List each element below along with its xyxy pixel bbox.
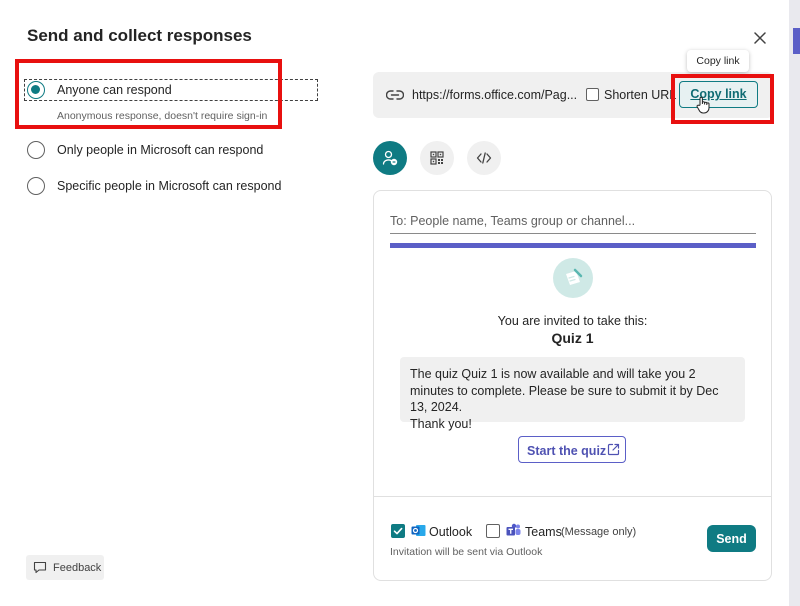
radio-indicator xyxy=(27,141,45,159)
start-quiz-label: Start the quiz xyxy=(527,444,607,458)
recipient-input[interactable] xyxy=(390,208,756,234)
highlight-box-anyone xyxy=(15,59,282,129)
feedback-label: Feedback xyxy=(53,562,102,574)
preview-accent-bar xyxy=(390,243,756,248)
background-accent-stripe xyxy=(793,28,800,54)
outlook-icon xyxy=(411,525,426,536)
feedback-icon xyxy=(33,561,47,574)
checkmark-icon xyxy=(393,527,403,535)
radio-only-people-in-org[interactable]: Only people in Microsoft can respond xyxy=(27,140,327,162)
embed-code-icon xyxy=(476,152,492,164)
highlight-box-copy-link xyxy=(671,74,774,124)
qr-code-icon xyxy=(430,151,444,165)
radio-specific-people[interactable]: Specific people in Microsoft can respond xyxy=(27,176,327,198)
feedback-button[interactable]: Feedback xyxy=(26,555,104,580)
shorten-url-label: Shorten URL xyxy=(604,88,677,102)
radio-label: Only people in Microsoft can respond xyxy=(57,143,264,157)
invite-people-icon xyxy=(382,150,398,166)
radio-label: Specific people in Microsoft can respond xyxy=(57,179,282,193)
shorten-url-checkbox[interactable] xyxy=(586,88,599,101)
quiz-note-icon xyxy=(566,268,583,285)
quiz-icon xyxy=(553,258,593,298)
radio-indicator xyxy=(27,177,45,195)
form-url[interactable]: https://forms.office.com/Pag... xyxy=(412,88,577,102)
invite-message-signoff: Thank you! xyxy=(410,416,472,431)
open-external-icon xyxy=(607,443,620,456)
outlook-label: Outlook xyxy=(429,525,473,539)
invitation-note: Invitation will be sent via Outlook xyxy=(390,546,543,558)
copy-link-tooltip: Copy link xyxy=(687,50,749,72)
send-button[interactable]: Send xyxy=(707,525,756,552)
panel-divider xyxy=(374,496,771,497)
share-invite-button[interactable] xyxy=(373,141,407,175)
teams-icon xyxy=(506,523,521,536)
invite-message: The quiz Quiz 1 is now available and wil… xyxy=(400,357,745,431)
close-icon xyxy=(754,32,766,44)
teams-label: Teams xyxy=(525,525,562,539)
start-quiz-button[interactable]: Start the quiz xyxy=(518,436,626,463)
share-embed-button[interactable] xyxy=(467,141,501,175)
background-edge xyxy=(789,0,800,606)
quiz-title: Quiz 1 xyxy=(551,330,594,346)
link-icon xyxy=(386,90,404,100)
teams-checkbox[interactable] xyxy=(486,524,500,538)
outlook-checkbox[interactable] xyxy=(391,524,405,538)
share-qr-button[interactable] xyxy=(420,141,454,175)
invite-heading: You are invited to take this: xyxy=(497,314,648,328)
dialog-title: Send and collect responses xyxy=(27,26,252,45)
teams-note: (Message only) xyxy=(561,526,637,538)
close-button[interactable] xyxy=(749,27,771,49)
invite-message-body: The quiz Quiz 1 is now available and wil… xyxy=(410,367,719,414)
